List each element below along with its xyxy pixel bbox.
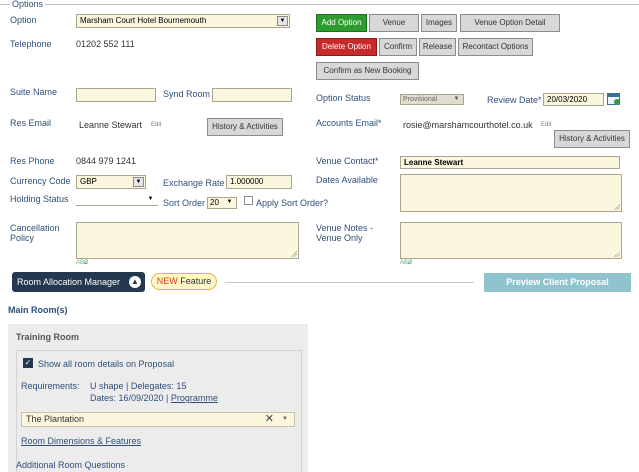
preview-proposal-button[interactable]: Preview Client Proposal Document (484, 273, 631, 306)
accounts-email-label: Accounts Email* (316, 118, 382, 128)
add-option-button[interactable]: Add Option (316, 14, 367, 32)
venue-contact-label: Venue Contact* (316, 156, 379, 166)
history-activities-button[interactable]: History & Activities (207, 118, 283, 136)
holding-status-underline (76, 205, 158, 206)
review-date-input[interactable]: 20/03/2020 (543, 93, 604, 106)
history-activities-button-2[interactable]: History & Activities (554, 130, 630, 148)
confirm-button[interactable]: Confirm (379, 38, 417, 56)
fieldset-legend: Options (10, 0, 46, 9)
feature-badge-text: Feature (177, 276, 212, 286)
option-status-label: Option Status (316, 93, 371, 103)
suite-name-input[interactable] (76, 88, 156, 102)
venue-option-detail-button[interactable]: Venue Option Detail (460, 14, 560, 32)
spellcheck-check-icon: ✓ (83, 258, 90, 267)
option-select[interactable]: Marsham Court Hotel Bournemouth ▼ (76, 14, 290, 28)
room-dates-value: Dates: 16/09/2020 | (90, 393, 171, 403)
images-button[interactable]: Images (421, 14, 457, 32)
exchange-rate-input[interactable]: 1.000000 (226, 175, 292, 189)
room-name: Training Room (16, 332, 79, 342)
resize-grip-icon[interactable] (614, 251, 620, 257)
dates-available-textarea[interactable] (400, 174, 622, 212)
section-divider (225, 282, 474, 283)
res-email-label: Res Email (10, 118, 52, 128)
cancellation-policy-label-2: Policy (10, 233, 35, 243)
telephone-label: Telephone (10, 39, 52, 49)
additional-room-questions: Additional Room Questions (16, 460, 126, 470)
cancellation-policy-textarea[interactable] (76, 222, 299, 259)
synd-room-label: Synd Room (163, 89, 211, 99)
delete-option-button[interactable]: Delete Option (316, 38, 377, 56)
option-status-value: Provisional (403, 96, 438, 103)
cancellation-policy-label: Cancellation (10, 223, 60, 233)
new-feature-badge: NEW Feature (151, 273, 217, 290)
chevron-down-icon[interactable]: ▼ (224, 199, 235, 207)
suite-name-label: Suite Name (10, 87, 58, 97)
synd-room-input[interactable] (212, 88, 292, 102)
apply-sort-order-label: Apply Sort Order? (256, 198, 329, 208)
sort-order-label: Sort Order (163, 198, 206, 208)
spellcheck-check-icon: ✓ (407, 258, 414, 267)
accounts-email-value: rosie@marshamcourthotel.co.uk (403, 120, 533, 130)
venue-button[interactable]: Venue (369, 14, 419, 32)
currency-code-value: GBP (80, 177, 97, 186)
resize-grip-icon[interactable] (291, 251, 297, 257)
calendar-icon-header (608, 94, 619, 97)
telephone-value: 01202 552 111 (76, 39, 135, 49)
show-details-label: Show all room details on Proposal (38, 359, 175, 369)
venue-notes-label: Venue Notes - (316, 223, 374, 233)
accounts-email-edit-link[interactable]: Edit (541, 122, 551, 128)
chevron-down-icon[interactable]: ▼ (451, 96, 462, 104)
sort-order-select[interactable]: 20 ▼ (207, 197, 237, 209)
dates-available-label: Dates Available (316, 175, 378, 185)
chevron-down-icon[interactable]: ▼ (277, 16, 288, 26)
requirements-value: U shape | Delegates: 15 (90, 381, 187, 391)
res-phone-value: 0844 979 1241 (76, 156, 137, 166)
new-badge-text: NEW (156, 276, 178, 286)
confirm-new-booking-button[interactable]: Confirm as New Booking (316, 62, 419, 80)
room-dates: Dates: 16/09/2020 | Programme (90, 393, 218, 403)
room-allocation-manager-label: Room Allocation Manager (17, 277, 121, 287)
chevron-up-icon[interactable]: ▲ (129, 276, 141, 288)
review-date-label: Review Date* (487, 95, 542, 105)
recontact-options-button[interactable]: Recontact Options (458, 38, 533, 56)
room-allocation-manager-button[interactable]: Room Allocation Manager ▲ (12, 272, 145, 292)
option-status-select[interactable]: Provisional ▼ (400, 94, 464, 105)
chevron-down-icon[interactable]: ▼ (145, 195, 156, 205)
option-select-value: Marsham Court Hotel Bournemouth (80, 16, 207, 25)
calendar-icon-mark (614, 99, 620, 105)
calendar-icon[interactable] (607, 93, 620, 105)
show-details-checkbox[interactable]: ✓ (23, 358, 33, 368)
room-panel: Training Room ✓ Show all room details on… (8, 324, 308, 472)
venue-contact-input[interactable]: Leanne Stewart (400, 156, 620, 169)
requirements-label: Requirements: (21, 381, 80, 391)
holding-status-label: Holding Status (10, 194, 69, 204)
currency-code-select[interactable]: GBP ▼ (76, 175, 146, 189)
res-phone-label: Res Phone (10, 156, 55, 166)
chevron-down-icon[interactable]: ▼ (282, 413, 288, 426)
currency-code-label: Currency Code (10, 176, 71, 186)
res-email-value: Leanne Stewart (79, 120, 143, 130)
release-button[interactable]: Release (419, 38, 456, 56)
exchange-rate-label: Exchange Rate (163, 178, 225, 188)
sort-order-value: 20 (210, 198, 219, 207)
room-select-value: The Plantation (26, 414, 85, 424)
chevron-down-icon[interactable]: ▼ (133, 177, 144, 187)
fieldset-top-border (0, 4, 639, 5)
programme-link[interactable]: Programme (171, 393, 218, 403)
room-dimensions-link[interactable]: Room Dimensions & Features (21, 436, 141, 446)
venue-notes-label-2: Venue Only (316, 233, 363, 243)
venue-notes-textarea[interactable] (400, 222, 622, 259)
option-label: Option (10, 15, 37, 25)
room-select[interactable]: The Plantation ✕ ▼ (21, 412, 295, 427)
clear-icon[interactable]: ✕ (265, 413, 274, 426)
main-rooms-title: Main Room(s) (8, 305, 68, 315)
res-email-edit-link[interactable]: Edit (151, 122, 161, 128)
apply-sort-order-checkbox[interactable] (244, 196, 253, 205)
resize-grip-icon[interactable] (614, 204, 620, 210)
